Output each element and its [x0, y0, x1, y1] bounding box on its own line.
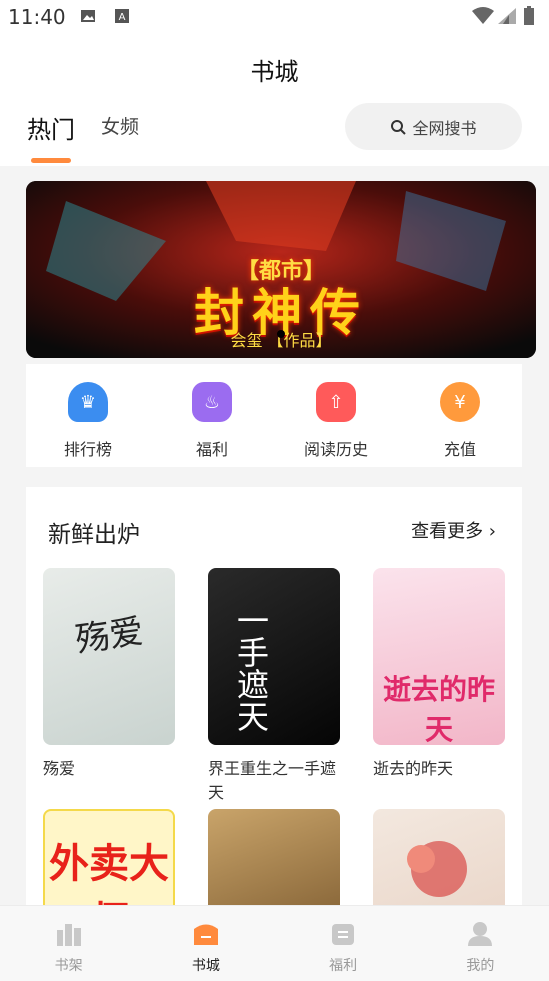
bookshelf-icon [56, 924, 81, 946]
tab-female[interactable]: 女频 [101, 112, 139, 139]
book-cover [208, 809, 340, 907]
nav-welfare[interactable]: 福利 [275, 906, 412, 981]
quick-link-label: 福利 [195, 440, 228, 459]
quick-link-ranking[interactable]: ♛ 排行榜 [26, 364, 150, 467]
nav-label: 书城 [191, 958, 220, 974]
cover-title: 殇爱 [73, 611, 146, 661]
book-cover: 一手遮天 [208, 568, 340, 745]
nav-label: 书架 [54, 958, 83, 974]
quick-link-label: 排行榜 [63, 440, 112, 459]
quick-link-welfare[interactable]: ♨ 福利 [150, 364, 274, 467]
nav-bookstore[interactable]: 书城 [137, 906, 274, 981]
header: 书城 热门 女频 全网搜书 [0, 34, 549, 166]
search-button[interactable]: 全网搜书 [345, 103, 522, 150]
book-card[interactable]: 外卖大师 [43, 809, 175, 907]
search-icon [391, 119, 407, 135]
book-cover: 殇爱 [43, 568, 175, 745]
text-notification-icon: A [115, 9, 129, 23]
nav-bookshelf[interactable]: 书架 [0, 906, 137, 981]
cover-title: 外卖大师 [49, 840, 169, 907]
page-title: 书城 [250, 58, 299, 86]
book-card[interactable] [373, 809, 505, 907]
gift-icon: ♨ [192, 382, 232, 422]
quick-link-label: 充值 [443, 440, 476, 459]
status-bar: 11:40 A [0, 0, 549, 34]
book-cover [373, 809, 505, 907]
bottom-nav: 书架 书城 福利 我的 [0, 905, 549, 981]
svg-text:A: A [119, 12, 126, 23]
bookstore-icon [193, 924, 218, 945]
image-notification-icon [81, 10, 95, 22]
book-card[interactable] [208, 809, 340, 907]
wifi-icon [472, 7, 494, 24]
book-title: 界王重生之一手遮天 [208, 759, 337, 802]
nav-profile[interactable]: 我的 [412, 906, 549, 981]
banner-page-indicator [277, 330, 285, 338]
section-title: 新鲜出炉 [48, 522, 140, 548]
nav-label: 福利 [329, 958, 358, 974]
nav-label: 我的 [466, 958, 495, 974]
flower-illustration [407, 841, 467, 897]
new-books-section: 新鲜出炉 查看更多 › 殇爱 殇爱 一手遮天 界王重生之一手遮天 逝去的昨天 逝… [26, 487, 522, 907]
book-card[interactable]: 逝去的昨天 逝去的昨天 [373, 568, 505, 781]
active-tab-indicator [31, 158, 71, 163]
history-icon: ⇧ [316, 382, 356, 422]
tab-hot[interactable]: 热门 [27, 110, 75, 145]
cover-title: 逝去的昨天 [382, 673, 495, 745]
book-title: 殇爱 [43, 759, 76, 778]
book-cover: 逝去的昨天 [373, 568, 505, 745]
quick-links: ♛ 排行榜 ♨ 福利 ⇧ 阅读历史 ¥ 充值 [26, 364, 522, 467]
status-time: 11:40 [8, 5, 66, 29]
battery-icon [524, 6, 534, 25]
book-card[interactable]: 殇爱 殇爱 [43, 568, 175, 781]
view-more-link[interactable]: 查看更多 › [411, 517, 496, 543]
book-card[interactable]: 一手遮天 界王重生之一手遮天 [208, 568, 340, 805]
welfare-icon [332, 924, 355, 945]
cover-title: 一手遮天 [232, 604, 270, 732]
search-label: 全网搜书 [412, 118, 477, 138]
quick-link-label: 阅读历史 [303, 440, 368, 459]
quick-link-recharge[interactable]: ¥ 充值 [398, 364, 522, 467]
coin-icon: ¥ [440, 382, 480, 422]
book-title: 逝去的昨天 [373, 759, 454, 778]
signal-icon [498, 8, 516, 24]
book-cover: 外卖大师 [43, 809, 175, 907]
profile-icon [468, 922, 493, 946]
trophy-icon: ♛ [68, 382, 108, 422]
quick-link-history[interactable]: ⇧ 阅读历史 [274, 364, 398, 467]
